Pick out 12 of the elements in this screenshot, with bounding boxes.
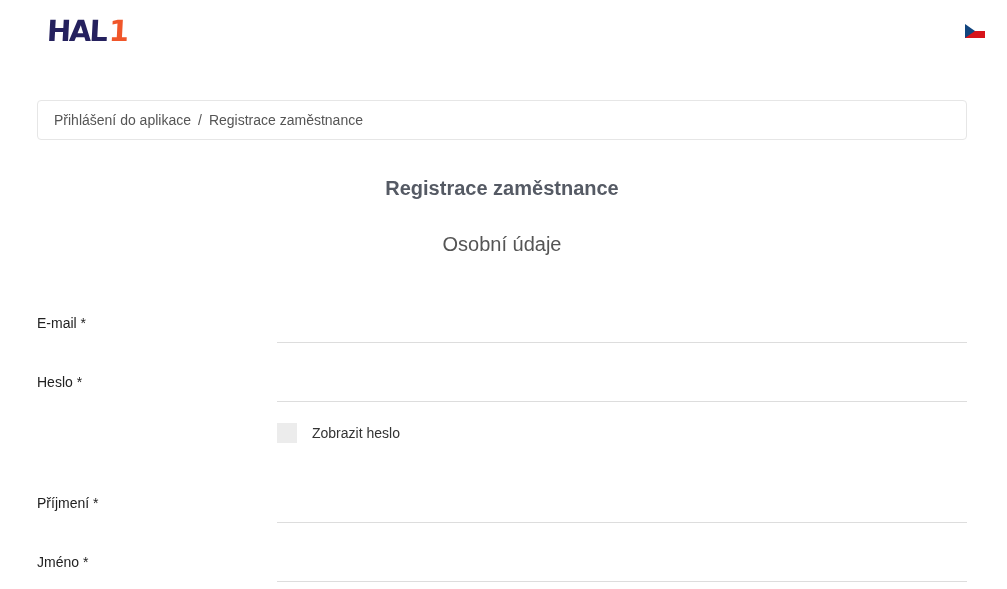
breadcrumb-separator: / xyxy=(198,112,202,128)
field-label: Příjmení * xyxy=(37,495,100,513)
flag-icon[interactable] xyxy=(965,24,985,38)
breadcrumb-item[interactable]: Přihlášení do aplikace xyxy=(54,112,191,128)
field-label: Heslo * xyxy=(37,374,84,392)
field-label: Jméno * xyxy=(37,554,90,572)
logo: HAL1 xyxy=(44,14,130,48)
breadcrumb-item: Registrace zaměstnance xyxy=(208,112,363,128)
page-title: Registrace zaměstnance xyxy=(384,176,620,200)
section-title: Osobní údaje xyxy=(441,232,563,256)
checkbox-label: Zobrazit heslo xyxy=(312,425,400,441)
field-label: E-mail * xyxy=(37,315,87,333)
